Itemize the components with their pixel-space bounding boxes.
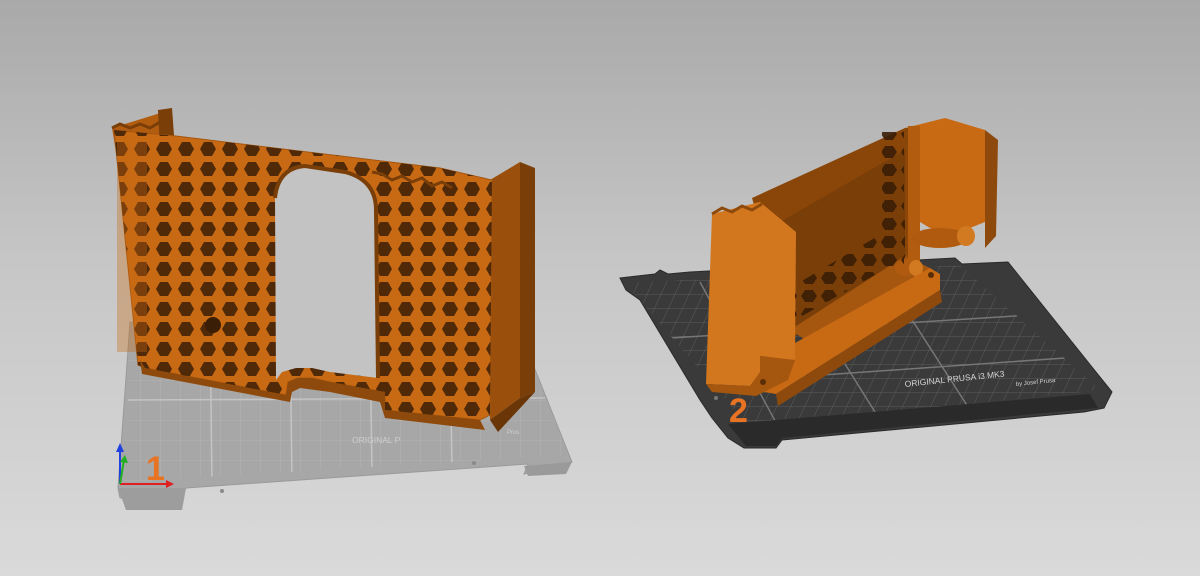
bed-1-logo-text: ORIGINAL P	[352, 435, 401, 445]
bed-1-mount-hole	[472, 461, 476, 465]
scene-canvas[interactable]: ORIGINAL P Prus ORIGINAL PRUSA i3 MK3 by…	[0, 0, 1200, 576]
model-2-screw-hole	[760, 379, 766, 385]
3d-viewport[interactable]: ORIGINAL P Prus ORIGINAL PRUSA i3 MK3 by…	[0, 0, 1200, 576]
bed-1-subtext: Prus	[507, 430, 519, 436]
bed-2-mount-hole	[714, 396, 718, 400]
model-2-boss	[957, 226, 975, 246]
model-1-mount-hole	[205, 317, 221, 333]
bed-1-number-label: 1	[146, 450, 165, 488]
bed-2-number-label: 2	[729, 392, 748, 430]
model-2-screw-hole	[928, 272, 934, 278]
bed-1-mount-hole	[220, 489, 224, 493]
